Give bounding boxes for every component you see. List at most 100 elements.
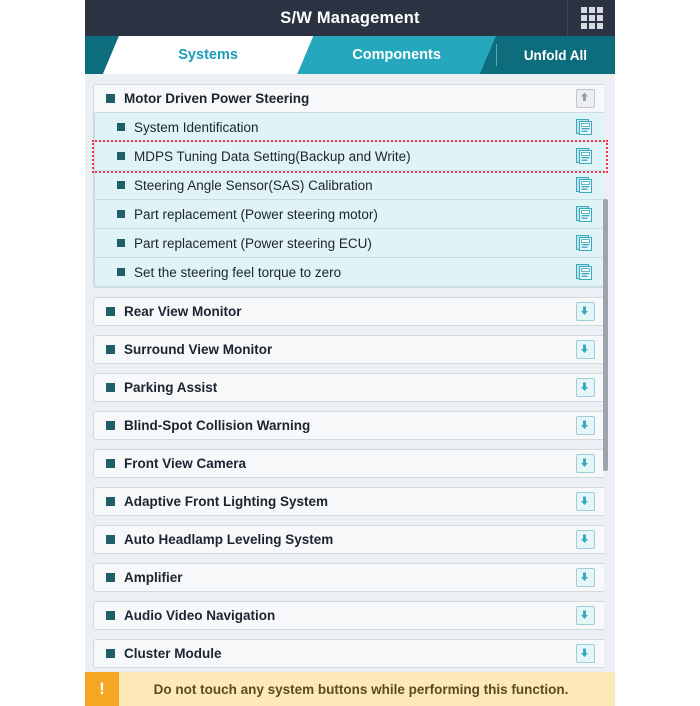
system-group: Rear View Monitor (93, 297, 607, 326)
title-bar: S/W Management (85, 0, 615, 36)
system-subitem[interactable]: Part replacement (Power steering ECU) (94, 229, 606, 258)
bullet-icon (117, 210, 125, 218)
scrollbar-track[interactable] (603, 74, 612, 672)
group-toggle-button[interactable] (574, 88, 596, 110)
system-group-label: Audio Video Navigation (124, 608, 276, 623)
system-group-header[interactable]: Blind-Spot Collision Warning (93, 411, 607, 440)
grid-menu-button[interactable] (567, 0, 615, 36)
system-group-label: Auto Headlamp Leveling System (124, 532, 334, 547)
system-subitem-label: Steering Angle Sensor(SAS) Calibration (134, 177, 373, 193)
scrollbar-thumb[interactable] (603, 199, 608, 471)
bullet-icon (106, 497, 115, 506)
group-toggle-button[interactable] (574, 567, 596, 589)
group-toggle-button[interactable] (574, 529, 596, 551)
group-toggle-button[interactable] (574, 377, 596, 399)
expand-down-icon (575, 568, 595, 587)
system-group-label: Blind-Spot Collision Warning (124, 418, 311, 433)
bullet-icon (106, 573, 115, 582)
system-subitem-label: Part replacement (Power steering ECU) (134, 235, 372, 251)
bullet-icon (106, 459, 115, 468)
expand-down-icon (575, 492, 595, 511)
system-group-header[interactable]: Cluster Module (93, 639, 607, 668)
bullet-icon (106, 383, 115, 392)
documents-icon[interactable] (573, 232, 595, 254)
expand-down-icon (575, 606, 595, 625)
group-toggle-button[interactable] (574, 453, 596, 475)
bullet-icon (106, 307, 115, 316)
system-group: Parking Assist (93, 373, 607, 402)
system-group-header[interactable]: Audio Video Navigation (93, 601, 607, 630)
group-toggle-button[interactable] (574, 339, 596, 361)
tab-systems[interactable]: Systems (103, 36, 313, 74)
system-subitem[interactable]: Steering Angle Sensor(SAS) Calibration (94, 171, 606, 200)
system-group-header[interactable]: Motor Driven Power Steering (93, 84, 607, 113)
warning-exclamation-icon: ! (85, 672, 119, 706)
warning-message: Do not touch any system buttons while pe… (153, 681, 569, 697)
bullet-icon (106, 94, 115, 103)
unfold-all-button[interactable]: Unfold All (495, 36, 615, 74)
tab-components-label: Components (352, 47, 441, 63)
system-group-label: Adaptive Front Lighting System (124, 494, 329, 509)
system-subitem[interactable]: MDPS Tuning Data Setting(Backup and Writ… (94, 142, 606, 171)
tab-systems-label: Systems (178, 47, 238, 63)
unfold-all-label: Unfold All (523, 47, 588, 63)
system-group-header[interactable]: Parking Assist (93, 373, 607, 402)
documents-icon[interactable] (573, 261, 595, 283)
system-group-label: Rear View Monitor (124, 304, 242, 319)
system-group-header[interactable]: Amplifier (93, 563, 607, 592)
system-group: Front View Camera (93, 449, 607, 478)
system-group-label: Parking Assist (124, 380, 218, 395)
system-subitem-list: System Identification MDPS Tuning Data Se… (93, 113, 607, 288)
system-subitem[interactable]: Set the steering feel torque to zero (94, 258, 606, 287)
system-group-label: Cluster Module (124, 646, 222, 661)
system-subitem[interactable]: Part replacement (Power steering motor) (94, 200, 606, 229)
system-group-header[interactable]: Adaptive Front Lighting System (93, 487, 607, 516)
tab-components[interactable]: Components (297, 36, 496, 74)
system-group-header[interactable]: Front View Camera (93, 449, 607, 478)
system-group: Cluster Module (93, 639, 607, 668)
system-group-label: Surround View Monitor (124, 342, 273, 357)
group-toggle-button[interactable] (574, 301, 596, 323)
group-toggle-button[interactable] (574, 643, 596, 665)
system-list[interactable]: Motor Driven Power Steering System Identi… (85, 74, 615, 672)
bullet-icon (106, 611, 115, 620)
system-group: Blind-Spot Collision Warning (93, 411, 607, 440)
system-group-label: Front View Camera (124, 456, 247, 471)
bullet-icon (106, 345, 115, 354)
system-group: Auto Headlamp Leveling System (93, 525, 607, 554)
expand-down-icon (575, 454, 595, 473)
system-group-header[interactable]: Surround View Monitor (93, 335, 607, 364)
system-group: Audio Video Navigation (93, 601, 607, 630)
expand-down-icon (575, 302, 595, 321)
system-group-header[interactable]: Auto Headlamp Leveling System (93, 525, 607, 554)
system-subitem-label: Set the steering feel torque to zero (134, 264, 342, 280)
tab-bar-left-edge (85, 36, 103, 74)
system-group-label: Motor Driven Power Steering (124, 91, 310, 106)
bullet-icon (117, 181, 125, 189)
page-title: S/W Management (280, 8, 420, 27)
bullet-icon (117, 239, 125, 247)
expand-down-icon (575, 416, 595, 435)
bullet-icon (117, 123, 125, 131)
bullet-icon (117, 152, 125, 160)
bullet-icon (106, 649, 115, 658)
system-group: Amplifier (93, 563, 607, 592)
group-toggle-button[interactable] (574, 605, 596, 627)
system-subitem[interactable]: System Identification (94, 113, 606, 142)
documents-icon[interactable] (573, 145, 595, 167)
system-group: Motor Driven Power Steering System Identi… (93, 84, 607, 288)
documents-icon[interactable] (573, 116, 595, 138)
system-group-header[interactable]: Rear View Monitor (93, 297, 607, 326)
warning-banner: ! Do not touch any system buttons while … (85, 672, 615, 706)
system-group-label: Amplifier (124, 570, 183, 585)
system-subitem-label: MDPS Tuning Data Setting(Backup and Writ… (134, 148, 411, 164)
group-toggle-button[interactable] (574, 415, 596, 437)
bullet-icon (106, 421, 115, 430)
system-group: Adaptive Front Lighting System (93, 487, 607, 516)
grid-menu-icon (580, 7, 603, 29)
group-toggle-button[interactable] (574, 491, 596, 513)
expand-down-icon (575, 644, 595, 663)
collapse-up-icon (575, 89, 595, 108)
documents-icon[interactable] (573, 174, 595, 196)
documents-icon[interactable] (573, 203, 595, 225)
